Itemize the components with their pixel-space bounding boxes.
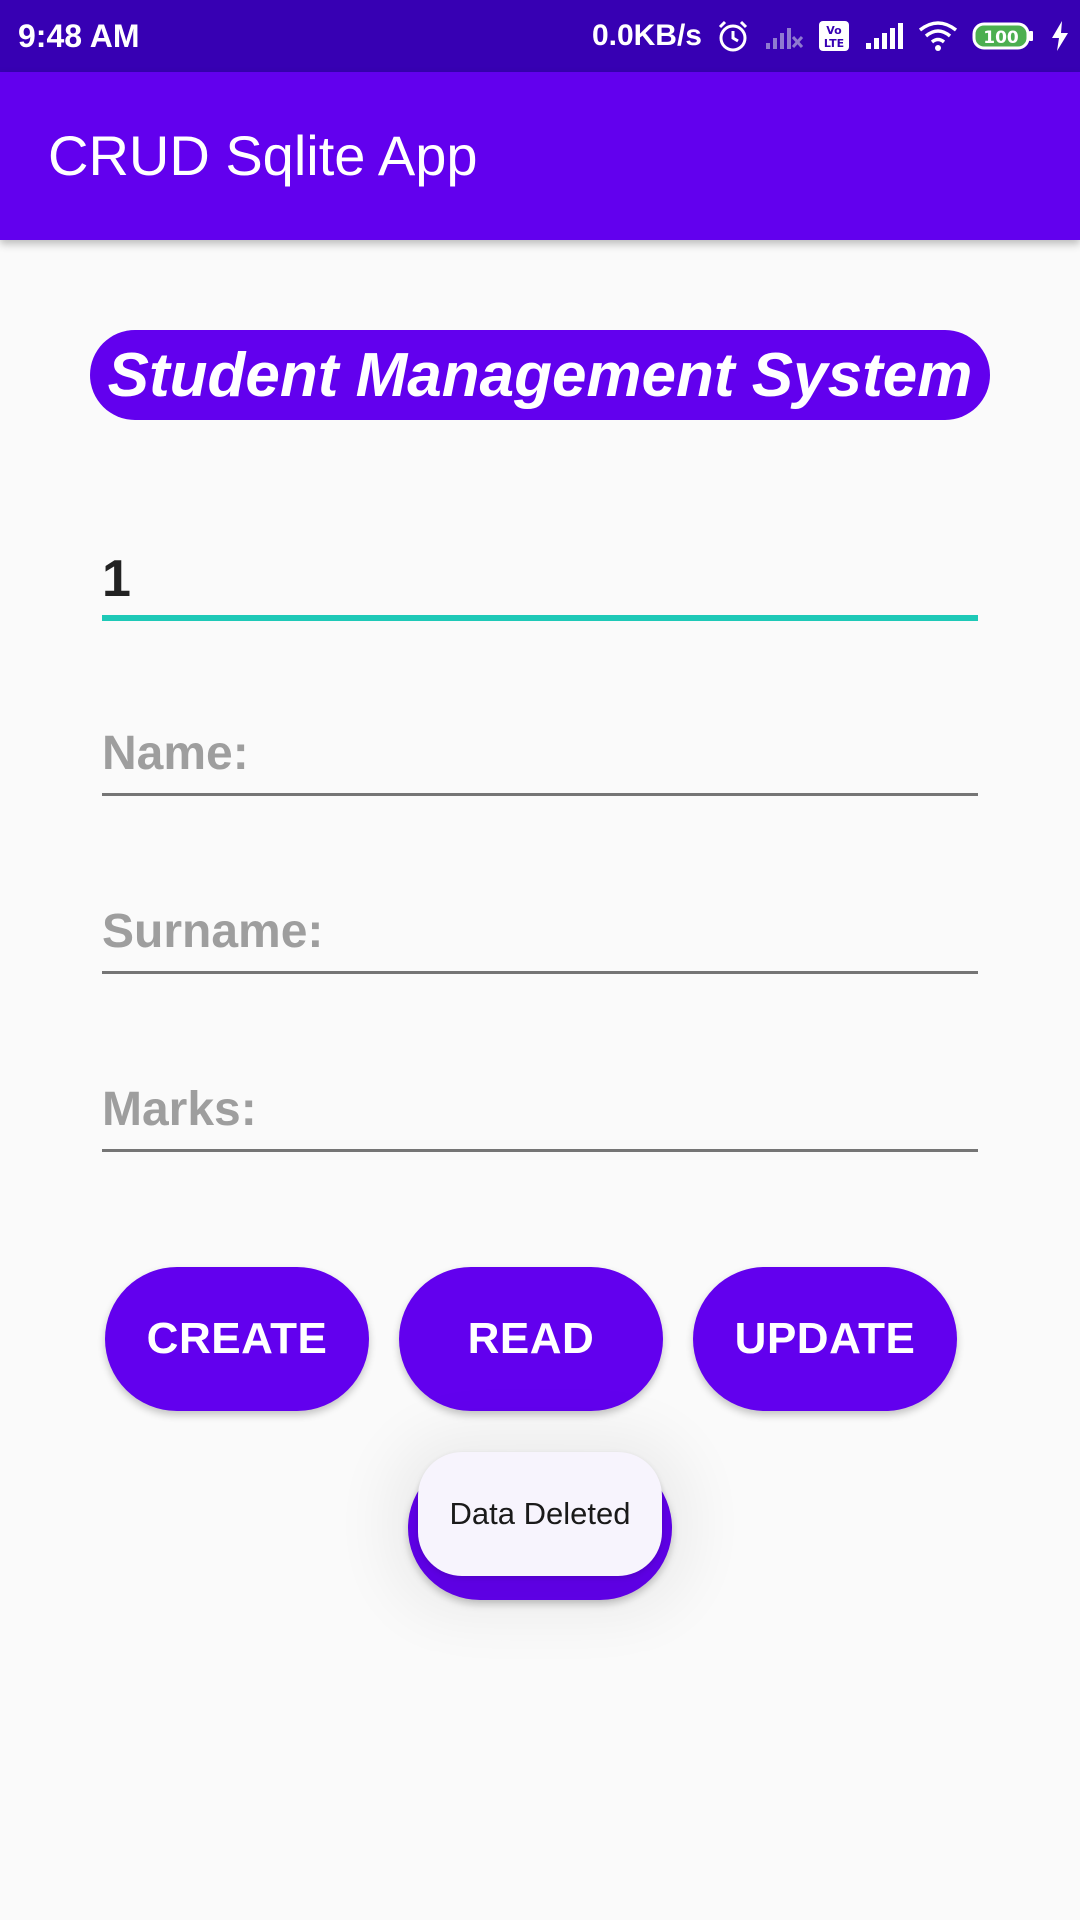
create-button[interactable]: CREATE [105,1267,369,1411]
toast-message: Data Deleted [418,1452,662,1576]
wifi-icon [918,20,958,52]
read-button[interactable]: READ [399,1267,663,1411]
charging-icon [1050,20,1070,52]
signal-off-icon [764,21,804,51]
surname-field[interactable]: Surname: [102,894,978,974]
surname-field-placeholder: Surname: [102,905,324,958]
battery-icon: 100 [972,21,1036,51]
marks-field[interactable]: Marks: [102,1072,978,1152]
volte-icon: Vo LTE [818,20,850,52]
marks-field-underline [102,1149,978,1152]
id-field-value: 1 [102,550,131,608]
app-bar: CRUD Sqlite App [0,72,1080,240]
svg-text:LTE: LTE [824,37,844,50]
update-button[interactable]: UPDATE [693,1267,957,1411]
app-title: CRUD Sqlite App [48,124,478,187]
status-bar: 9:48 AM 0.0KB/s Vo LTE 100 [0,0,1080,72]
status-icons: 0.0KB/s Vo LTE 100 [592,14,1070,58]
svg-text:Vo: Vo [826,24,842,37]
surname-field-underline [102,971,978,974]
network-speed: 0.0KB/s [591,19,702,52]
battery-level: 100 [983,28,1019,48]
name-field-placeholder: Name: [102,727,249,780]
name-field-underline [102,793,978,796]
marks-field-placeholder: Marks: [102,1083,257,1136]
id-field[interactable]: 1 [102,541,978,621]
alarm-icon [716,19,750,53]
signal-icon [864,21,904,51]
id-field-underline [102,615,978,621]
name-field[interactable]: Name: [102,716,978,796]
status-time: 9:48 AM [18,18,140,54]
page-heading: Student Management System [90,330,990,420]
